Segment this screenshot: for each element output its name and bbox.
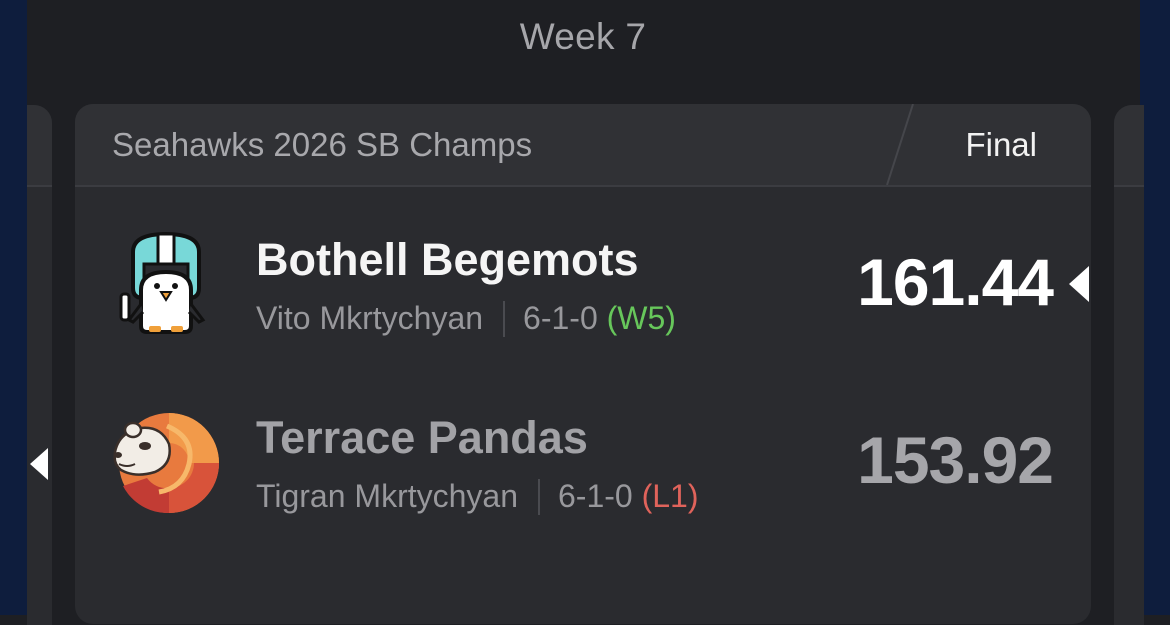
separator [503,300,506,337]
penguin-helmet-icon [119,231,206,334]
left-edge [0,0,27,615]
panda-swirl-icon [113,413,219,514]
team-streak: (W5) [606,300,676,336]
team-score: 153.92 [857,423,1054,497]
next-matchup-card[interactable] [1114,105,1144,625]
matchup-card[interactable]: Seahawks 2026 SB Champs Final Bothell Be… [75,104,1091,624]
team-owner-record: Vito Mkrtychyan 6-1-0 (W5) [256,300,676,339]
matchup-card-header: Seahawks 2026 SB Champs Final [75,104,1091,187]
team-name[interactable]: Bothell Begemots [256,234,639,286]
team-name[interactable]: Terrace Pandas [256,412,588,464]
team-record: 6-1-0 [523,300,598,336]
right-edge [1140,0,1170,615]
team-streak: (L1) [641,478,699,514]
week-title: Week 7 [519,16,647,57]
team-score: 161.44 [857,245,1054,319]
winner-indicator-icon [1069,266,1089,302]
team-owner: Tigran Mkrtychyan [256,478,518,514]
separator [538,478,540,515]
league-name: Seahawks 2026 SB Champs [112,126,533,163]
matchup-status: Final [965,126,1037,163]
team-owner: Vito Mkrtychyan [256,300,484,336]
previous-matchup-card[interactable] [27,105,52,625]
previous-arrow-icon[interactable] [28,446,50,482]
team-owner-record: Tigran Mkrtychyan 6-1-0 (L1) [256,478,699,517]
next-matchup-card-header [1114,105,1144,187]
team-record: 6-1-0 [558,478,633,514]
previous-matchup-card-header [27,105,52,187]
